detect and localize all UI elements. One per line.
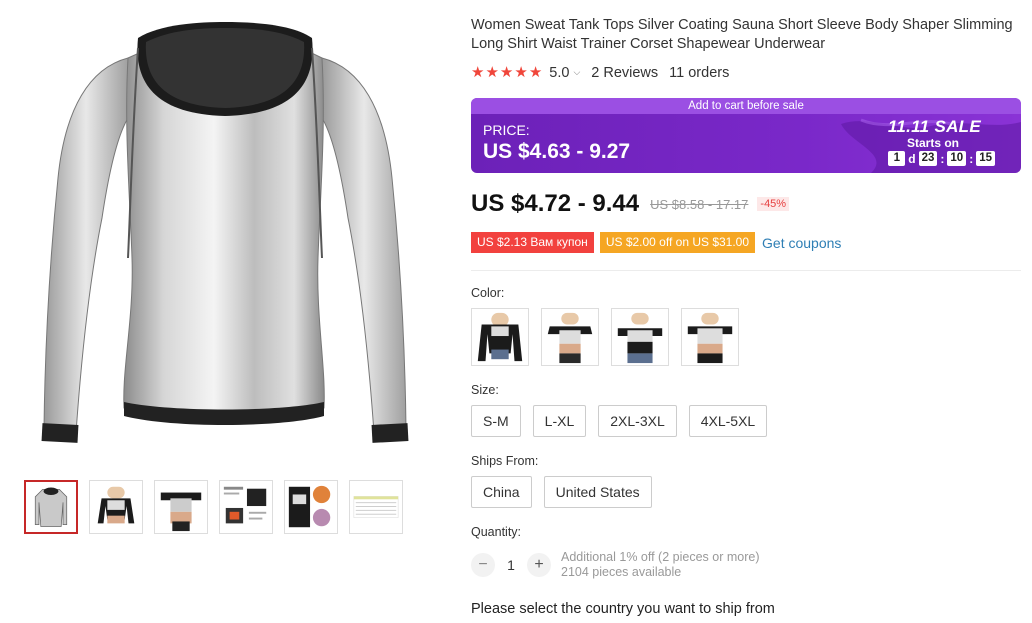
original-price: US $8.58 - 17.17 [650,196,749,212]
quantity-decrease-button[interactable]: − [471,553,495,577]
countdown-days-unit: d [908,151,916,166]
divider [471,270,1021,271]
thumbnail-1[interactable] [24,480,78,534]
star-icon: ★ [485,64,499,81]
sale-price-label: PRICE: [483,122,530,138]
sale-starts-on: Starts on [906,136,959,150]
bulk-discount-note: Additional 1% off (2 pieces or more) [561,550,760,564]
coupon-row: US $2.13 Вам купон US $2.00 off on US $3… [471,232,841,253]
size-options: S-M L-XL 2XL-3XL 4XL-5XL [471,405,768,437]
size-option[interactable]: 2XL-3XL [598,405,677,437]
size-option[interactable]: L-XL [532,405,587,437]
thumbnail-3[interactable] [154,480,208,534]
countdown-minutes: 10 [947,151,967,166]
sale-banner[interactable]: Add to cart before sale PRICE: US $4.63 … [471,98,1021,173]
coupon-badge-select[interactable]: US $2.00 off on US $31.00 [599,232,756,253]
chevron-down-icon[interactable]: ⌵ [573,67,580,78]
quantity-info: Additional 1% off (2 pieces or more) 210… [561,550,759,580]
quantity-input[interactable]: 1 [495,557,527,573]
rating-score[interactable]: 5.0 [549,65,569,81]
thumbnail-6[interactable] [349,480,403,534]
ships-from-options: China United States [471,476,652,508]
orders-count: 11 orders [669,64,730,81]
ship-country-note: Please select the country you want to sh… [471,601,775,617]
countdown-separator: : [969,151,974,166]
sale-countdown: 1 d 23 : 10 : 15 [888,151,995,166]
current-price: US $4.72 - 9.44 [471,190,640,217]
size-label: Size: [471,383,499,397]
color-options [471,308,739,366]
star-icon: ★ [528,64,543,81]
countdown-separator: : [940,151,945,166]
star-icon: ★ [471,64,485,81]
thumbnail-2[interactable] [89,480,143,534]
thumbnail-5[interactable] [284,480,338,534]
ships-from-option[interactable]: China [471,476,532,508]
quantity-stepper: − 1 + Additional 1% off (2 pieces or mor… [471,550,759,580]
discount-badge: -45% [757,197,790,211]
rating-row: ★ ★ ★ ★ ★ 5.0 ⌵ 2 Reviews 11 orders [471,64,729,81]
sale-price-range: US $4.63 - 9.27 [483,140,631,163]
reviews-link[interactable]: 2 Reviews [591,65,658,81]
quantity-increase-button[interactable]: + [527,553,551,577]
rating-stars: ★ ★ ★ ★ ★ [471,64,542,81]
size-option[interactable]: 4XL-5XL [688,405,768,437]
countdown-seconds: 15 [976,151,995,166]
stock-available: 2104 pieces available [561,565,682,579]
star-icon: ★ [514,64,528,81]
ships-from-label: Ships From: [471,454,539,468]
coupon-badge-store[interactable]: US $2.13 Вам купон [471,232,594,253]
color-swatch-1[interactable] [471,308,529,366]
sale-banner-top: Add to cart before sale [471,98,1021,114]
color-swatch-4[interactable] [681,308,739,366]
product-title: Women Sweat Tank Tops Silver Coating Sau… [471,17,1013,52]
get-coupons-link[interactable]: Get coupons [762,235,841,251]
ships-from-option[interactable]: United States [543,476,652,508]
color-swatch-2[interactable] [541,308,599,366]
quantity-label: Quantity: [471,525,522,539]
thumbnail-strip [24,480,403,534]
thumbnail-4[interactable] [219,480,273,534]
sale-event-name: 11.11 SALE [887,117,981,136]
color-label: Color: [471,286,505,300]
main-product-image[interactable] [20,18,430,458]
countdown-hours: 23 [918,151,938,166]
color-swatch-3[interactable] [611,308,669,366]
star-icon: ★ [499,64,514,81]
countdown-days: 1 [888,151,906,166]
size-option[interactable]: S-M [471,405,521,437]
price-row: US $4.72 - 9.44 US $8.58 - 17.17 -45% [471,190,790,218]
